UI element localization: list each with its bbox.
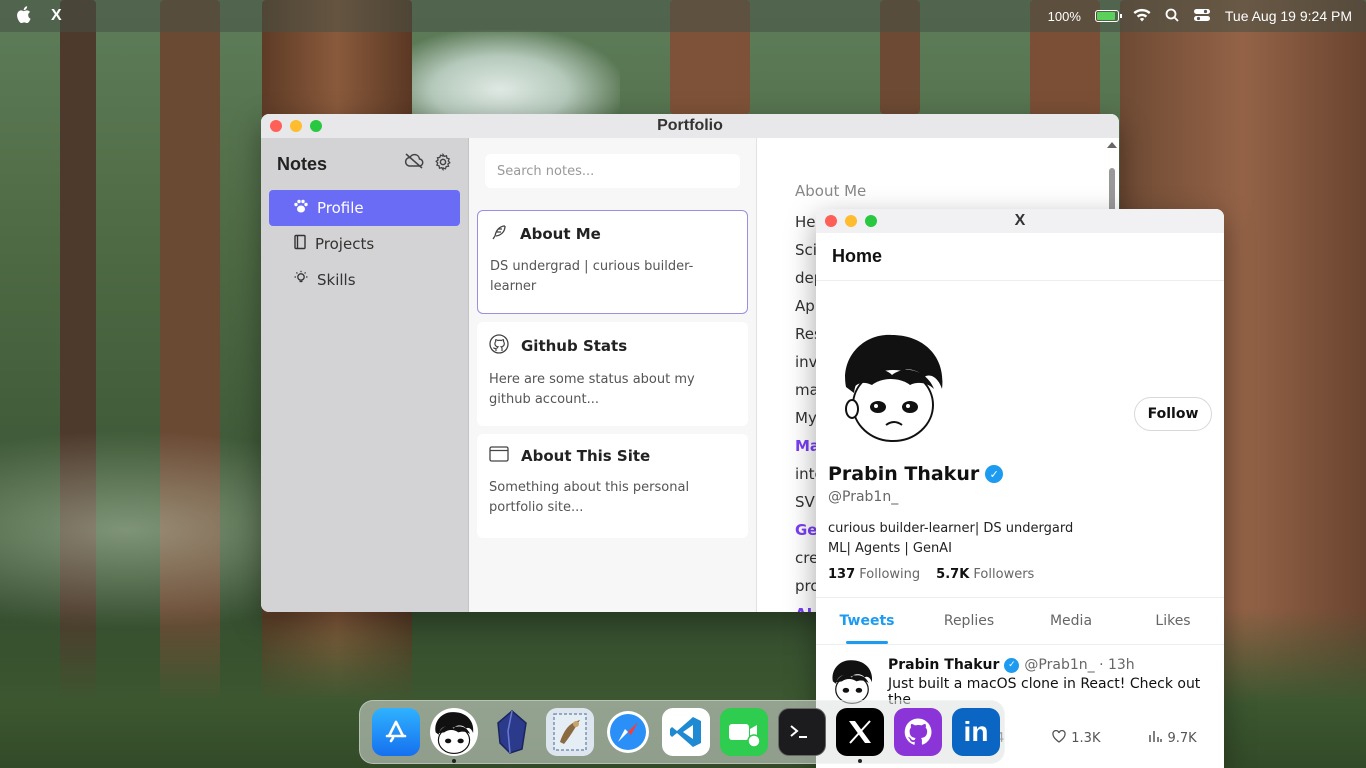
linkedin-icon[interactable]: in: [952, 708, 1000, 756]
mail-icon[interactable]: [546, 708, 594, 756]
sidebar-item-skills[interactable]: Skills: [269, 262, 460, 298]
minimize-button[interactable]: [290, 120, 302, 132]
x-home-header: Home: [816, 233, 1224, 281]
profile-name: Prabin Thakur: [828, 463, 980, 485]
window-icon: [489, 446, 509, 466]
note-card-about-this-site[interactable]: About This Site Something about this per…: [477, 434, 748, 538]
obsidian-icon[interactable]: [488, 708, 536, 756]
bio-line: ML| Agents | GenAI: [828, 541, 952, 556]
profile-avatar[interactable]: [834, 327, 952, 445]
facetime-icon[interactable]: [720, 708, 768, 756]
sidebar-item-label: Skills: [317, 271, 356, 289]
tweet-avatar[interactable]: [828, 657, 876, 705]
sidebar-item-label: Projects: [315, 235, 375, 253]
control-center-icon[interactable]: [1193, 8, 1211, 25]
tweet-meta: @Prab1n_ · 13h: [1024, 657, 1135, 673]
battery-percent: 100%: [1047, 8, 1081, 24]
vscode-icon[interactable]: [662, 708, 710, 756]
note-preview: Here are some status about my github acc…: [489, 372, 695, 407]
close-button[interactable]: [825, 215, 837, 227]
search-icon[interactable]: [1165, 8, 1179, 25]
dock: in: [359, 700, 1005, 764]
search-placeholder: Search notes...: [497, 163, 595, 179]
sidebar-title: Notes: [277, 153, 328, 174]
profile-handle: @Prab1n_: [828, 489, 899, 505]
bio-line: curious builder-learner| DS undergard: [828, 521, 1074, 536]
book-icon: [293, 234, 307, 254]
followers-count: 5.7K: [936, 567, 970, 582]
active-app-name[interactable]: X: [51, 7, 62, 25]
x-icon[interactable]: [836, 708, 884, 763]
profile-tabs: Tweets Replies Media Likes: [816, 597, 1224, 645]
github-icon[interactable]: [894, 708, 942, 756]
running-indicator: [858, 759, 862, 763]
menu-bar: X 100% Tue Aug 19 9:24 PM: [0, 0, 1366, 32]
feather-icon: [490, 223, 508, 245]
note-title: Github Stats: [521, 337, 628, 355]
tab-tweets[interactable]: Tweets: [816, 598, 918, 644]
heart-icon: [1052, 729, 1066, 747]
github-icon: [489, 334, 509, 358]
menu-clock[interactable]: Tue Aug 19 9:24 PM: [1225, 8, 1352, 24]
tab-replies[interactable]: Replies: [918, 598, 1020, 644]
note-title: About Me: [520, 225, 601, 243]
note-card-github-stats[interactable]: Github Stats Here are some status about …: [477, 322, 748, 426]
verified-badge-icon: ✓: [1004, 657, 1020, 673]
views-chart-icon: [1148, 729, 1163, 747]
scroll-up-arrow[interactable]: [1107, 142, 1117, 148]
like-action[interactable]: 1.3K: [1052, 729, 1100, 747]
safari-icon[interactable]: [604, 708, 652, 756]
note-title: About This Site: [521, 447, 651, 465]
search-notes-input[interactable]: Search notes...: [485, 154, 740, 188]
note-preview: DS undergrad | curious builder-learner: [490, 259, 694, 294]
followers-link[interactable]: 5.7K Followers: [936, 567, 1034, 582]
lightbulb-icon: [293, 270, 309, 290]
avatar-app-icon[interactable]: [430, 708, 478, 763]
window-title: Portfolio: [657, 117, 723, 134]
tab-media[interactable]: Media: [1020, 598, 1122, 644]
wifi-icon[interactable]: [1133, 8, 1151, 25]
views-action[interactable]: 9.7K: [1148, 729, 1197, 747]
paw-icon: [293, 198, 309, 218]
followers-label: Followers: [973, 567, 1035, 582]
tweet-actions: 4 1.3K 9.7K: [996, 729, 1197, 747]
note-card-about-me[interactable]: About Me DS undergrad | curious builder-…: [477, 210, 748, 314]
following-label: Following: [859, 567, 921, 582]
x-window: X Home Follow Prabin Thakur ✓ @Prab1n_ c…: [816, 209, 1224, 768]
note-preview: Something about this personal portfolio …: [489, 480, 690, 515]
settings-gear-icon[interactable]: [434, 152, 452, 175]
app-store-icon[interactable]: [372, 708, 420, 756]
note-list: Search notes... About Me DS undergrad | …: [469, 138, 757, 612]
following-count: 137: [828, 567, 856, 582]
profile-info: Prabin Thakur ✓ @Prab1n_ curious builder…: [828, 463, 1208, 582]
verified-badge-icon: ✓: [985, 465, 1004, 483]
notes-sidebar: Notes Profile Projects Skills: [261, 138, 469, 612]
minimize-button[interactable]: [845, 215, 857, 227]
zoom-button[interactable]: [310, 120, 322, 132]
sidebar-item-projects[interactable]: Projects: [269, 226, 460, 262]
running-indicator: [452, 759, 456, 763]
window-titlebar[interactable]: X: [816, 209, 1224, 233]
linkedin-logo-glyph: in: [963, 716, 989, 747]
like-count: 1.3K: [1071, 730, 1101, 746]
cloud-off-icon[interactable]: [404, 153, 424, 175]
follow-button[interactable]: Follow: [1134, 397, 1212, 431]
window-title: X: [1014, 212, 1026, 229]
view-count: 9.7K: [1167, 730, 1197, 746]
apple-menu-icon[interactable]: [16, 6, 31, 26]
note-content-heading: About Me: [795, 182, 867, 200]
terminal-icon[interactable]: [778, 708, 826, 756]
sidebar-item-profile[interactable]: Profile: [269, 190, 460, 226]
zoom-button[interactable]: [865, 215, 877, 227]
close-button[interactable]: [270, 120, 282, 132]
tweet-author-name[interactable]: Prabin Thakur: [888, 657, 999, 673]
following-link[interactable]: 137 Following: [828, 567, 920, 582]
window-titlebar[interactable]: Portfolio: [261, 114, 1119, 138]
sidebar-item-label: Profile: [317, 199, 364, 217]
tab-likes[interactable]: Likes: [1122, 598, 1224, 644]
battery-icon[interactable]: [1094, 10, 1122, 22]
profile-bio: curious builder-learner| DS undergard ML…: [828, 519, 1208, 559]
